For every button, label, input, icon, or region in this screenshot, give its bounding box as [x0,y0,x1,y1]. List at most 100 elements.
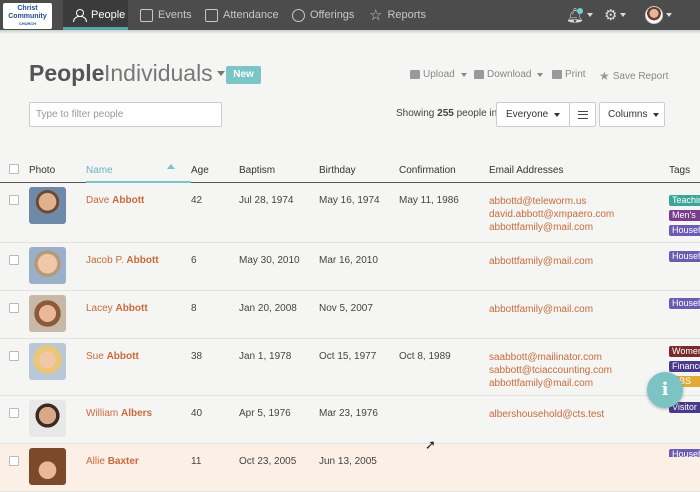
photo-cell [29,443,86,491]
row-select-cell [0,182,29,242]
nav-shadow [0,30,700,34]
column-name[interactable]: Name [86,160,191,183]
column-email[interactable]: Email Addresses [489,160,669,183]
baptism-cell: Jan 20, 2008 [239,302,297,314]
print-button[interactable]: Print [552,69,586,80]
nav-offerings[interactable]: Offerings [292,0,354,30]
email-link[interactable]: abbottfamily@mail.com [489,255,669,268]
email-link[interactable]: albershousehold@cts.test [489,408,669,421]
church-logo[interactable]: Christ Community CHURCH [3,3,52,29]
row-select-cell [0,395,29,443]
user-menu[interactable] [645,0,672,30]
photo-cell [29,338,86,395]
birthday-cell: Mar 23, 1976 [319,407,378,419]
nav-attendance[interactable]: Attendance [205,0,279,30]
settings-menu[interactable]: ⚙ [604,0,627,30]
table-header-row: Photo Name Age Baptism Birthday Confirma… [0,160,700,183]
row-checkbox[interactable] [9,302,19,313]
nav-events[interactable]: Events [140,0,192,30]
row-checkbox[interactable] [9,350,19,361]
row-checkbox[interactable] [9,194,19,205]
age-cell: 6 [191,254,197,266]
name-cell: Lacey Abbott [86,290,191,338]
column-birthday[interactable]: Birthday [319,160,399,183]
birthday-cell: Mar 16, 2010 [319,254,378,266]
table-row[interactable]: Jacob P. Abbott 6 May 30, 2010 Mar 16, 2… [0,242,700,290]
select-all-cell [0,160,29,183]
column-baptism[interactable]: Baptism [239,160,319,183]
info-icon: i [661,379,669,400]
baptism-cell: May 30, 2010 [239,254,300,266]
save-report-button[interactable]: ★ Save Report [599,69,668,83]
filter-input[interactable]: Type to filter people [29,102,222,127]
table-row[interactable]: Sue Abbott 38 Jan 1, 1978 Oct 15, 1977 O… [0,338,700,395]
person-photo [29,399,66,437]
person-photo [29,294,66,332]
download-button[interactable]: Download [474,69,544,80]
info-button[interactable]: i [647,372,683,408]
nav-reports[interactable]: ☆ Reports [369,0,426,30]
table-row[interactable]: Allie Baxter 11 Oct 23, 2005 Jun 13, 200… [0,443,700,491]
email-link[interactable]: abbottfamily@mail.com [489,221,669,234]
email-link[interactable]: abbottfamily@mail.com [489,303,669,316]
column-confirmation[interactable]: Confirmation [399,160,489,183]
row-select-cell [0,443,29,491]
notification-dot [577,8,583,14]
name-cell: Sue Abbott [86,338,191,395]
baptism-cell: Jul 28, 1974 [239,194,294,206]
baptism-cell: Oct 23, 2005 [239,455,297,467]
confirmation-cell [399,290,489,338]
tags-cell [669,242,700,290]
table-row[interactable]: Lacey Abbott 8 Jan 20, 2008 Nov 5, 2007 … [0,290,700,338]
person-icon [73,8,87,22]
name-cell: Allie Baxter [86,443,191,491]
download-icon [474,70,484,79]
notifications-menu[interactable]: 🔔︎ [566,0,593,30]
table-row[interactable]: William Albers 40 Apr 5, 1976 Mar 23, 19… [0,395,700,443]
email-link[interactable]: saabbott@mailinator.com [489,351,669,364]
new-button[interactable]: New [226,66,261,84]
group-select[interactable]: Everyone [496,102,570,127]
row-checkbox[interactable] [9,407,19,418]
row-checkbox[interactable] [9,254,19,265]
row-checkbox[interactable] [9,455,19,466]
email-cell: abbottd@teleworm.us david.abbott@xmpaero… [489,182,669,242]
birthday-cell: Jun 13, 2005 [319,455,377,467]
checkbox-icon [205,8,218,22]
email-cell: abbottfamily@mail.com [489,242,669,290]
person-name-link[interactable]: Sue Abbott [86,351,139,362]
chevron-down-icon [460,72,467,77]
table-row[interactable]: Dave Abbott 42 Jul 28, 1974 May 16, 1974… [0,182,700,242]
email-link[interactable]: abbottd@teleworm.us [489,195,669,208]
select-all-checkbox[interactable] [9,164,19,175]
person-photo [29,342,66,380]
chevron-down-icon [586,13,593,17]
person-name-link[interactable]: Lacey Abbott [86,303,148,314]
person-name-link[interactable]: Allie Baxter [86,456,139,467]
confirmation-cell: May 11, 1986 [399,194,459,206]
view-selector[interactable]: Individuals [104,60,225,87]
row-select-cell [0,242,29,290]
email-cell: albershousehold@cts.test [489,395,669,443]
list-view-button[interactable] [569,102,596,127]
upload-button[interactable]: Upload [410,69,467,80]
nav-people[interactable]: People [63,0,128,30]
person-name-link[interactable]: Dave Abbott [86,195,144,206]
confirmation-cell [399,395,489,443]
column-age[interactable]: Age [191,160,239,183]
age-cell: 8 [191,302,197,314]
people-table: Photo Name Age Baptism Birthday Confirma… [0,160,700,492]
chevron-down-icon [666,13,672,17]
email-link[interactable]: abbottfamily@mail.com [489,377,669,390]
age-cell: 40 [191,407,203,419]
person-name-link[interactable]: William Albers [86,408,152,419]
email-link[interactable]: sabbott@tciaccounting.com [489,364,669,377]
age-cell: 38 [191,350,203,362]
person-name-link[interactable]: Jacob P. Abbott [86,255,159,266]
columns-button[interactable]: Columns [599,102,665,127]
star-icon: ☆ [369,6,383,24]
email-link[interactable]: david.abbott@xmpaero.com [489,208,669,221]
birthday-cell: Nov 5, 2007 [319,302,373,314]
column-photo: Photo [29,160,86,183]
column-tags[interactable]: Tags [669,160,700,183]
